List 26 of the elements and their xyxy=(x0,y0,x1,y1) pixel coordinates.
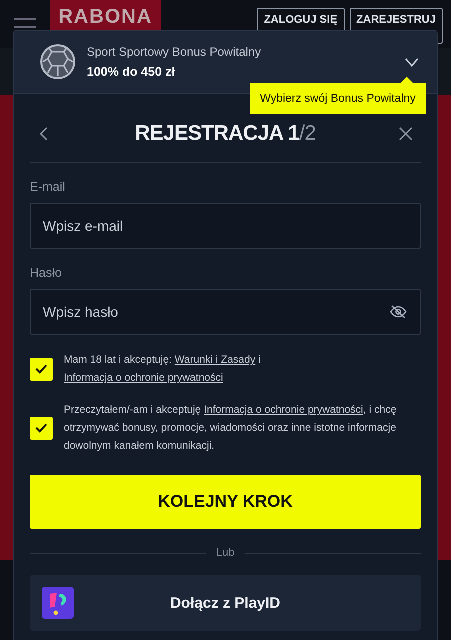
checkbox[interactable] xyxy=(30,416,53,440)
form-title: REJESTRACJA 1/2 xyxy=(134,122,317,146)
policy-link[interactable]: Informacja o ochronie prywatności xyxy=(204,404,364,416)
chevron-icon[interactable] xyxy=(405,58,419,68)
email-field[interactable]: Wpisz e-mail xyxy=(30,203,421,249)
consent-text: Mam 18 lat i akceptuję: Warunki i Zasady i Informacja o ochronie prywatności xyxy=(64,353,262,386)
field-label: Hasło xyxy=(30,266,62,280)
playid-icon xyxy=(42,587,74,619)
close-icon[interactable] xyxy=(399,127,413,141)
bonus-amount: 100% do 450 zł xyxy=(87,65,176,79)
policy-link[interactable]: Warunki i Zasady xyxy=(174,354,256,366)
separator-label: Lub xyxy=(216,547,235,559)
hide-password-icon[interactable] xyxy=(390,305,407,319)
policy-link[interactable]: Informacja o ochronie prywatności xyxy=(64,372,224,384)
ball-icon xyxy=(40,44,76,80)
playid-button[interactable]: Dołącz z PlayID xyxy=(30,575,421,631)
consent-text: Przeczytałem/-am i akceptuję Informacja o ochronie prywatności, i chcę otrzymywać bonusy, promocje, wiadomości oraz inne istotne informacje dowolnym kanałem komunikacji. xyxy=(64,403,398,454)
next-step-button[interactable]: KOLEJNY KROK xyxy=(30,475,421,529)
password-field[interactable]: Wpisz hasło xyxy=(30,289,421,335)
field-label: E-mail xyxy=(30,180,66,194)
tooltip: Wybierz swój Bonus Powitalny xyxy=(250,77,426,114)
checkmark-icon xyxy=(35,423,48,433)
checkmark-icon xyxy=(35,364,48,374)
bonus-selector[interactable]: Sport Sportowy Bonus Powitalny 100% do 450 zł xyxy=(14,31,437,94)
checkbox[interactable] xyxy=(30,358,53,380)
bonus-category: Sport Sportowy Bonus Powitalny xyxy=(87,45,262,59)
